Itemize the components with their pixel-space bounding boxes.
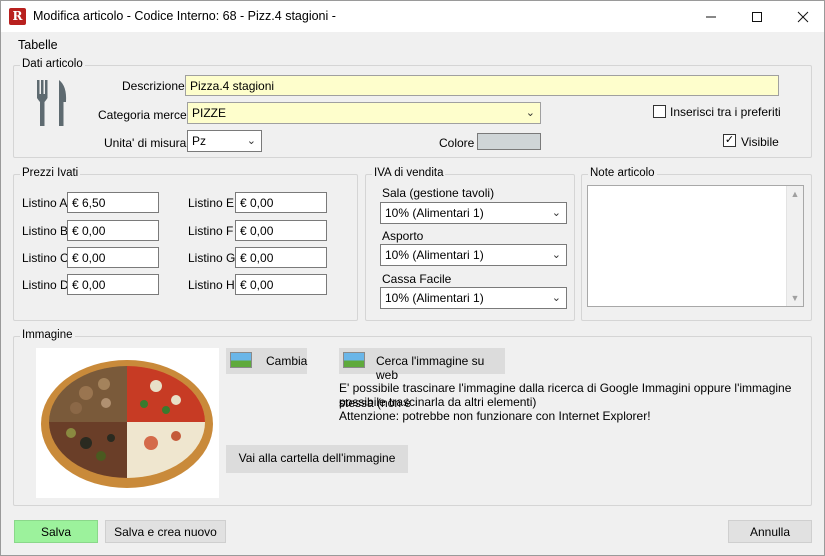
minimize-icon bbox=[706, 16, 716, 17]
listino-f-input[interactable]: € 0,00 bbox=[235, 220, 327, 241]
annulla-button[interactable]: Annulla bbox=[728, 520, 812, 543]
sala-label: Sala (gestione tavoli) bbox=[382, 186, 495, 200]
listino-h-label: Listino H bbox=[188, 278, 235, 292]
listino-b-input[interactable]: € 0,00 bbox=[67, 220, 159, 241]
sala-iva-value: 10% (Alimentari 1) bbox=[385, 206, 484, 220]
modifica-articolo-window: R Modifica articolo - Codice Interno: 68… bbox=[0, 0, 825, 556]
asporto-iva-value: 10% (Alimentari 1) bbox=[385, 248, 484, 262]
dati-articolo-legend: Dati articolo bbox=[20, 58, 85, 70]
cerca-web-button[interactable]: Cerca l'immagine su web bbox=[339, 348, 505, 382]
descrizione-label: Descrizione bbox=[122, 79, 185, 93]
listino-c-label: Listino C bbox=[22, 251, 69, 265]
chevron-down-icon: ⌄ bbox=[551, 292, 561, 304]
cassa-facile-iva-value: 10% (Alimentari 1) bbox=[385, 291, 484, 305]
title-bar: R Modifica articolo - Codice Interno: 68… bbox=[1, 1, 824, 32]
note-articolo-legend: Note articolo bbox=[588, 167, 657, 179]
visibile-checkbox[interactable]: ✓ bbox=[723, 134, 736, 147]
image-icon bbox=[343, 352, 365, 368]
listino-e-input[interactable]: € 0,00 bbox=[235, 192, 327, 213]
categoria-merce-label: Categoria merce bbox=[98, 108, 187, 122]
cambia-label: Cambia bbox=[266, 354, 308, 368]
cassa-facile-iva-select[interactable]: 10% (Alimentari 1) ⌄ bbox=[380, 287, 567, 309]
menu-item-tabelle[interactable]: Tabelle bbox=[18, 38, 58, 52]
sala-iva-select[interactable]: 10% (Alimentari 1) ⌄ bbox=[380, 202, 567, 224]
cassa-facile-label: Cassa Facile bbox=[382, 272, 452, 286]
cutlery-icon bbox=[37, 80, 67, 126]
chevron-down-icon: ⌄ bbox=[551, 249, 561, 261]
scroll-up-icon[interactable]: ▲ bbox=[787, 186, 803, 202]
listino-g-input[interactable]: € 0,00 bbox=[235, 247, 327, 268]
preferiti-checkbox[interactable] bbox=[653, 105, 666, 118]
app-icon: R bbox=[9, 8, 26, 25]
image-icon bbox=[230, 352, 252, 368]
window-title: Modifica articolo - Codice Interno: 68 -… bbox=[33, 9, 336, 23]
listino-d-input[interactable]: € 0,00 bbox=[67, 274, 159, 295]
maximize-icon bbox=[752, 11, 762, 22]
asporto-label: Asporto bbox=[382, 229, 424, 243]
note-articolo-textarea[interactable]: ▲ ▼ bbox=[587, 185, 804, 307]
cambia-button[interactable]: Cambia bbox=[226, 348, 307, 374]
colore-swatch[interactable] bbox=[477, 133, 541, 150]
listino-c-input[interactable]: € 0,00 bbox=[67, 247, 159, 268]
scroll-down-icon[interactable]: ▼ bbox=[787, 290, 803, 306]
categoria-merce-select[interactable]: PIZZE ⌄ bbox=[187, 102, 541, 124]
asporto-iva-select[interactable]: 10% (Alimentari 1) ⌄ bbox=[380, 244, 567, 266]
chevron-down-icon: ⌄ bbox=[525, 107, 535, 119]
unita-misura-select[interactable]: Pz ⌄ bbox=[187, 130, 262, 152]
preferiti-label: Inserisci tra i preferiti bbox=[670, 105, 781, 119]
chevron-down-icon: ⌄ bbox=[246, 135, 256, 147]
pizza-picture bbox=[41, 360, 213, 488]
listino-h-input[interactable]: € 0,00 bbox=[235, 274, 327, 295]
descrizione-input[interactable]: Pizza.4 stagioni bbox=[185, 75, 779, 96]
visibile-label: Visibile bbox=[741, 135, 779, 149]
immagine-legend: Immagine bbox=[20, 329, 75, 341]
unita-misura-value: Pz bbox=[192, 134, 207, 148]
menu-bar: Tabelle bbox=[1, 33, 824, 55]
salva-button[interactable]: Salva bbox=[14, 520, 98, 543]
unita-misura-label: Unita' di misura bbox=[104, 136, 187, 150]
listino-e-label: Listino E bbox=[188, 196, 235, 210]
categoria-merce-value: PIZZE bbox=[192, 106, 227, 120]
minimize-button[interactable] bbox=[688, 1, 734, 32]
listino-f-label: Listino F bbox=[188, 224, 234, 238]
colore-label: Colore bbox=[439, 136, 475, 150]
iva-vendita-legend: IVA di vendita bbox=[372, 167, 446, 179]
maximize-button[interactable] bbox=[734, 1, 780, 32]
salva-e-crea-nuovo-button[interactable]: Salva e crea nuovo bbox=[105, 520, 226, 543]
prezzi-ivati-legend: Prezzi Ivati bbox=[20, 167, 81, 179]
listino-b-label: Listino B bbox=[22, 224, 69, 238]
chevron-down-icon: ⌄ bbox=[551, 207, 561, 219]
listino-d-label: Listino D bbox=[22, 278, 69, 292]
listino-a-label: Listino A bbox=[22, 196, 68, 210]
listino-g-label: Listino G bbox=[188, 251, 236, 265]
vai-cartella-button[interactable]: Vai alla cartella dell'immagine bbox=[226, 445, 408, 473]
immagine-info-line2: possibile trascinarla da altri elementi) bbox=[339, 395, 537, 409]
pizza-image bbox=[36, 348, 219, 498]
listino-a-input[interactable]: € 6,50 bbox=[67, 192, 159, 213]
cerca-web-label: Cerca l'immagine su web bbox=[376, 354, 485, 382]
close-icon bbox=[797, 11, 809, 22]
immagine-warning: Attenzione: potrebbe non funzionare con … bbox=[339, 409, 651, 423]
note-scrollbar[interactable]: ▲ ▼ bbox=[786, 186, 803, 306]
close-button[interactable] bbox=[780, 1, 825, 32]
